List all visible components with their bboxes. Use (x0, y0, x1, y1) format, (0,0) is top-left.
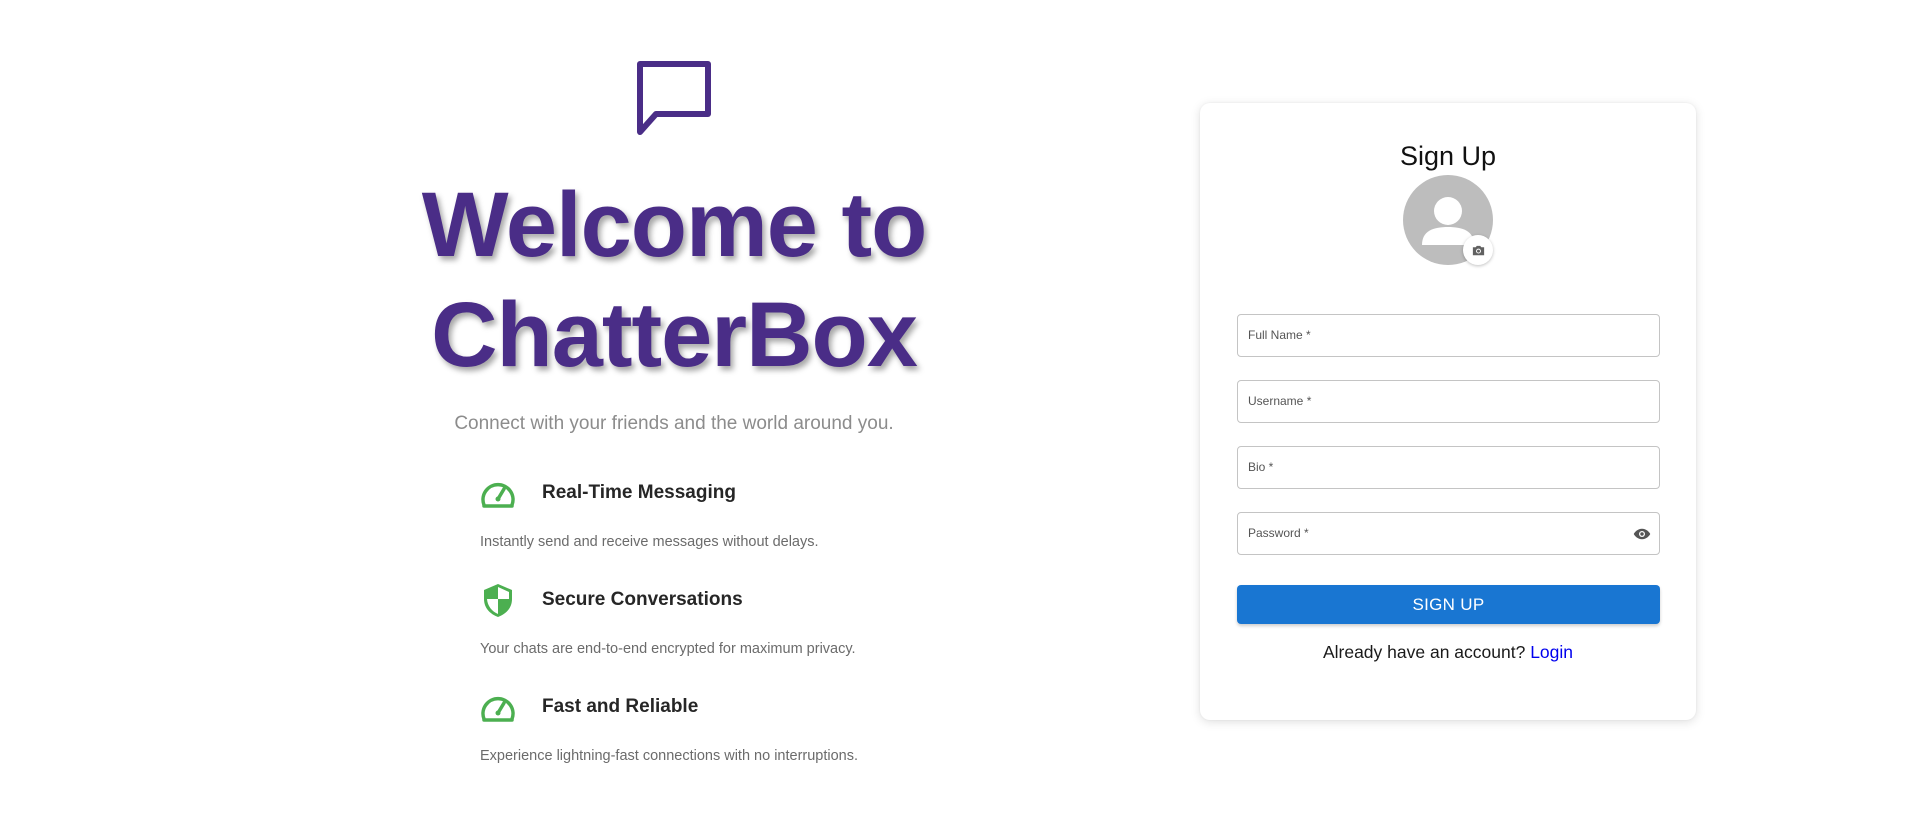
login-prompt: Already have an account? Login (1200, 642, 1696, 663)
feature-title: Secure Conversations (542, 589, 743, 610)
feature-description: Instantly send and receive messages with… (480, 534, 819, 550)
signup-button[interactable]: SIGN UP (1237, 585, 1660, 624)
login-link[interactable]: Login (1530, 642, 1573, 662)
chat-bubble-icon (637, 61, 711, 135)
hero-subtitle: Connect with your friends and the world … (454, 413, 894, 434)
bio-field[interactable]: Bio * (1237, 446, 1660, 489)
full-name-input[interactable] (1238, 315, 1659, 356)
signup-title: Sign Up (1399, 141, 1497, 171)
signup-card: Sign Up Full Name * Username * Bio * Pas… (1200, 103, 1696, 720)
bio-input[interactable] (1238, 447, 1659, 488)
toggle-password-visibility-button[interactable] (1631, 523, 1653, 545)
feature-title: Fast and Reliable (542, 696, 699, 717)
eye-icon (1633, 528, 1651, 540)
feature-description: Experience lightning-fast connections wi… (480, 748, 859, 764)
feature-title: Real-Time Messaging (542, 482, 736, 503)
hero-title: Welcome to ChatterBox (421, 174, 928, 386)
shield-icon (484, 584, 512, 617)
feature-description: Your chats are end-to-end encrypted for … (480, 641, 856, 657)
hero-section: Welcome to ChatterBox Connect with your … (0, 0, 1344, 822)
password-field[interactable]: Password * (1237, 512, 1660, 555)
speed-gauge-icon (481, 482, 515, 508)
speed-gauge-icon (481, 696, 515, 722)
password-input[interactable] (1238, 513, 1659, 554)
upload-photo-button[interactable] (1463, 235, 1493, 265)
full-name-field[interactable]: Full Name * (1237, 314, 1660, 357)
camera-icon (1472, 245, 1484, 255)
username-field[interactable]: Username * (1237, 380, 1660, 423)
login-prompt-text: Already have an account? (1322, 642, 1526, 662)
username-input[interactable] (1238, 381, 1659, 422)
